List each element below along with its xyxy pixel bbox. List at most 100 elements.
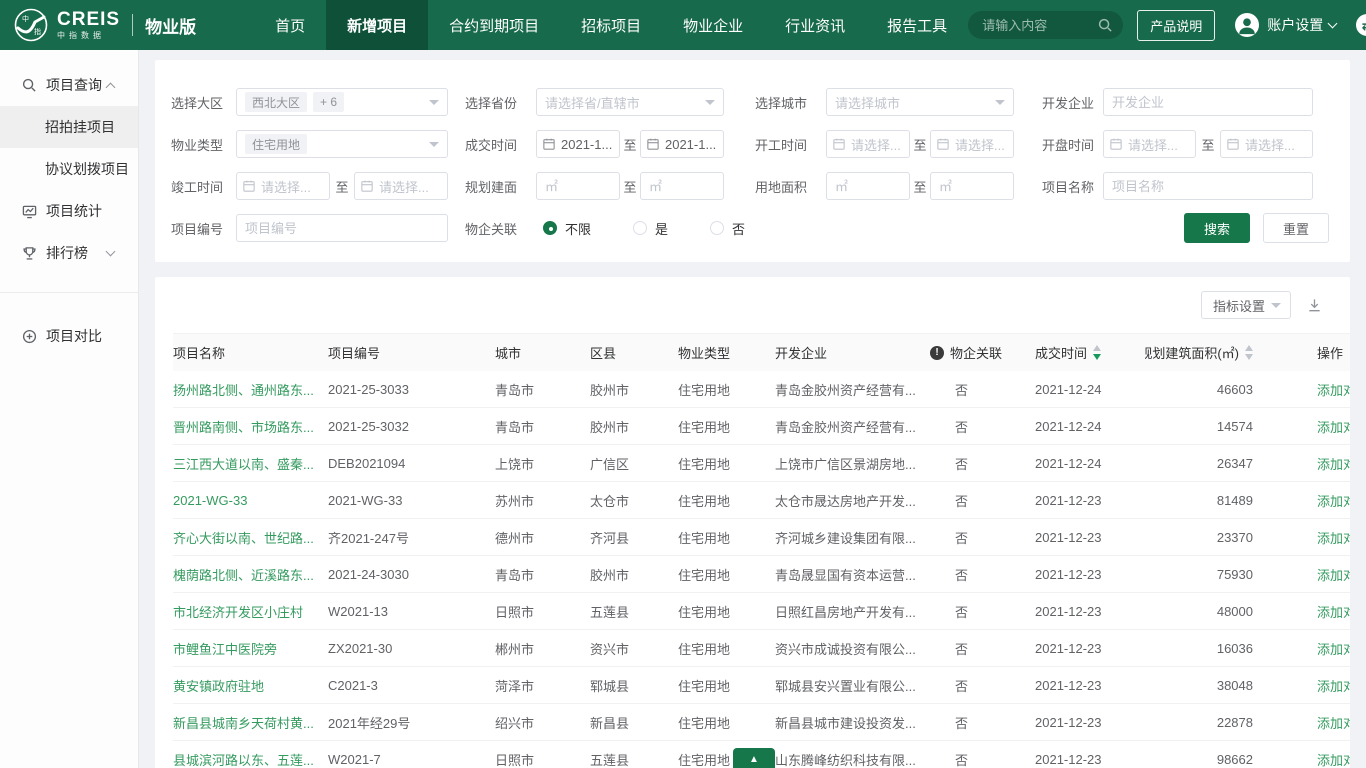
sidebar-item-ranking[interactable]: 排行榜 — [0, 232, 138, 274]
developer-field[interactable] — [1103, 88, 1313, 116]
open-time-from[interactable]: 请选择... — [1103, 130, 1196, 158]
product-info-button[interactable]: 产品说明 — [1137, 10, 1215, 41]
project-name-link[interactable]: 2021-WG-33 — [173, 493, 328, 508]
type-cell: 住宅用地 — [678, 417, 775, 436]
add-compare-link[interactable]: 添加对比 — [1305, 676, 1350, 695]
add-compare-link[interactable]: 添加对比 — [1305, 713, 1350, 732]
planned-area-max[interactable] — [640, 172, 724, 200]
deal-time-label: 成交时间 — [465, 135, 536, 154]
planned-area-min-input[interactable] — [537, 179, 619, 194]
reset-button[interactable]: 重置 — [1263, 213, 1329, 243]
table-row: 市鲤鱼江中医院旁 ZX2021-30 郴州市 资兴市 住宅用地 资兴市成诚投资有… — [173, 630, 1350, 667]
project-name-link[interactable]: 市鲤鱼江中医院旁 — [173, 639, 328, 658]
account-menu[interactable]: 账户设置 — [1235, 13, 1336, 37]
sidebar-item-project-compare[interactable]: 项目对比 — [0, 315, 138, 357]
project-name-link[interactable]: 市北经济开发区小庄村 — [173, 602, 328, 621]
nav-item[interactable]: 首页 — [254, 0, 326, 50]
land-area-max-input[interactable] — [931, 179, 1013, 194]
nav-item[interactable]: 行业资讯 — [764, 0, 866, 50]
add-compare-link[interactable]: 添加对比 — [1305, 528, 1350, 547]
city-cell: 苏州市 — [495, 491, 590, 510]
add-compare-link[interactable]: 添加对比 — [1305, 602, 1350, 621]
sidebar-subitem[interactable]: 招拍挂项目 — [0, 106, 138, 148]
sidebar-item-project-stats[interactable]: 项目统计 — [0, 190, 138, 232]
type-cell: 住宅用地 — [678, 602, 775, 621]
land-area-max[interactable] — [930, 172, 1014, 200]
planned-area-max-input[interactable] — [641, 179, 723, 194]
pm-relation-radios: 不限 是 否 — [543, 219, 787, 238]
project-no-input[interactable] — [237, 221, 447, 236]
nav-item[interactable]: 物业企业 — [662, 0, 764, 50]
project-name-link[interactable]: 黄安镇政府驻地 — [173, 676, 328, 695]
project-no-field[interactable] — [236, 214, 448, 242]
indicator-settings-button[interactable]: 指标设置 — [1201, 291, 1291, 319]
add-compare-link[interactable]: 添加对比 — [1305, 380, 1350, 399]
developer-cell: 太仓市晟达房地产开发... — [775, 491, 930, 510]
complete-time-to[interactable]: 请选择... — [354, 172, 448, 200]
chevron-down-icon — [995, 100, 1005, 105]
developer-input[interactable] — [1104, 95, 1312, 110]
deal-date-cell: 2021-12-23 — [1035, 715, 1145, 730]
project-name-link[interactable]: 齐心大街以南、世纪路... — [173, 528, 328, 547]
province-select[interactable]: 请选择省/直辖市 — [536, 88, 724, 116]
complete-time-from[interactable]: 请选择... — [236, 172, 330, 200]
back-to-top-button[interactable]: ▲ — [733, 748, 775, 768]
project-name-link[interactable]: 槐荫路北侧、近溪路东... — [173, 565, 328, 584]
calendar-icon — [361, 180, 373, 192]
project-name-link[interactable]: 晋州路南侧、市场路东... — [173, 417, 328, 436]
land-area-min-input[interactable] — [827, 179, 909, 194]
start-time-to[interactable]: 请选择... — [930, 130, 1014, 158]
deal-time-from[interactable]: 2021-1... — [536, 130, 620, 158]
land-area-min[interactable] — [826, 172, 910, 200]
radio-unlimited[interactable]: 不限 — [543, 219, 591, 238]
nav-item[interactable]: 报告工具 — [866, 0, 968, 50]
planned-area-min[interactable] — [536, 172, 620, 200]
deal-time-to[interactable]: 2021-1... — [640, 130, 724, 158]
open-time-to[interactable]: 请选择... — [1220, 130, 1313, 158]
sidebar-subitem[interactable]: 协议划拨项目 — [0, 148, 138, 190]
download-icon[interactable] — [1307, 298, 1322, 313]
add-compare-link[interactable]: 添加对比 — [1305, 417, 1350, 436]
version-menu[interactable]: ⇄ 版本 — [1356, 14, 1366, 36]
search-button[interactable]: 搜索 — [1184, 213, 1250, 243]
city-cell: 青岛市 — [495, 417, 590, 436]
project-name-input[interactable] — [1104, 179, 1312, 194]
project-name-link[interactable]: 扬州路北侧、通州路东... — [173, 380, 328, 399]
nav-item[interactable]: 新增项目 — [326, 0, 428, 50]
region-select[interactable]: 西北大区 + 6 — [236, 88, 448, 116]
project-name-link[interactable]: 三江西大道以南、盛秦... — [173, 454, 328, 473]
add-compare-link[interactable]: 添加对比 — [1305, 750, 1350, 768]
col-deal-date[interactable]: 成交时间 — [1035, 343, 1145, 362]
property-type-select[interactable]: 住宅用地 — [236, 130, 448, 158]
sort-icon[interactable] — [1245, 345, 1253, 360]
header-search[interactable] — [968, 11, 1123, 39]
radio-no[interactable]: 否 — [710, 219, 745, 238]
region-tag: 西北大区 — [245, 92, 307, 112]
add-compare-link[interactable]: 添加对比 — [1305, 565, 1350, 584]
project-name-link[interactable]: 县城滨河路以东、五莲... — [173, 750, 328, 768]
radio-yes[interactable]: 是 — [633, 219, 668, 238]
city-select[interactable]: 请选择城市 — [826, 88, 1014, 116]
planned-area-label: 规划建面 — [465, 177, 536, 196]
project-no-cell: 2021年经29号 — [328, 713, 495, 732]
search-icon[interactable] — [1098, 18, 1113, 33]
project-name-field[interactable] — [1103, 172, 1313, 200]
nav-item[interactable]: 合约到期项目 — [428, 0, 560, 50]
project-no-cell: 2021-WG-33 — [328, 493, 495, 508]
info-icon[interactable]: ! — [930, 346, 944, 360]
main-nav: 首页新增项目合约到期项目招标项目物业企业行业资讯报告工具 — [254, 0, 968, 50]
add-compare-link[interactable]: 添加对比 — [1305, 491, 1350, 510]
sidebar-item-project-query[interactable]: 项目查询 — [0, 64, 138, 106]
nav-item[interactable]: 招标项目 — [560, 0, 662, 50]
add-compare-link[interactable]: 添加对比 — [1305, 639, 1350, 658]
sort-icon[interactable] — [1093, 345, 1101, 360]
start-time-from[interactable]: 请选择... — [826, 130, 910, 158]
sidebar: 项目查询 招拍挂项目协议划拨项目 项目统计 — [0, 50, 139, 768]
col-relation: ! 物企关联 — [930, 343, 1035, 362]
add-compare-link[interactable]: 添加对比 — [1305, 454, 1350, 473]
header-search-input[interactable] — [982, 18, 1098, 33]
deal-date-cell: 2021-12-23 — [1035, 678, 1145, 693]
brand-logo[interactable]: 中 指 CREIS 中指数据 物业版 — [0, 8, 196, 42]
project-name-link[interactable]: 新昌县城南乡天荷村黄... — [173, 713, 328, 732]
col-area[interactable]: 规划建筑面积(㎡) — [1145, 343, 1305, 362]
